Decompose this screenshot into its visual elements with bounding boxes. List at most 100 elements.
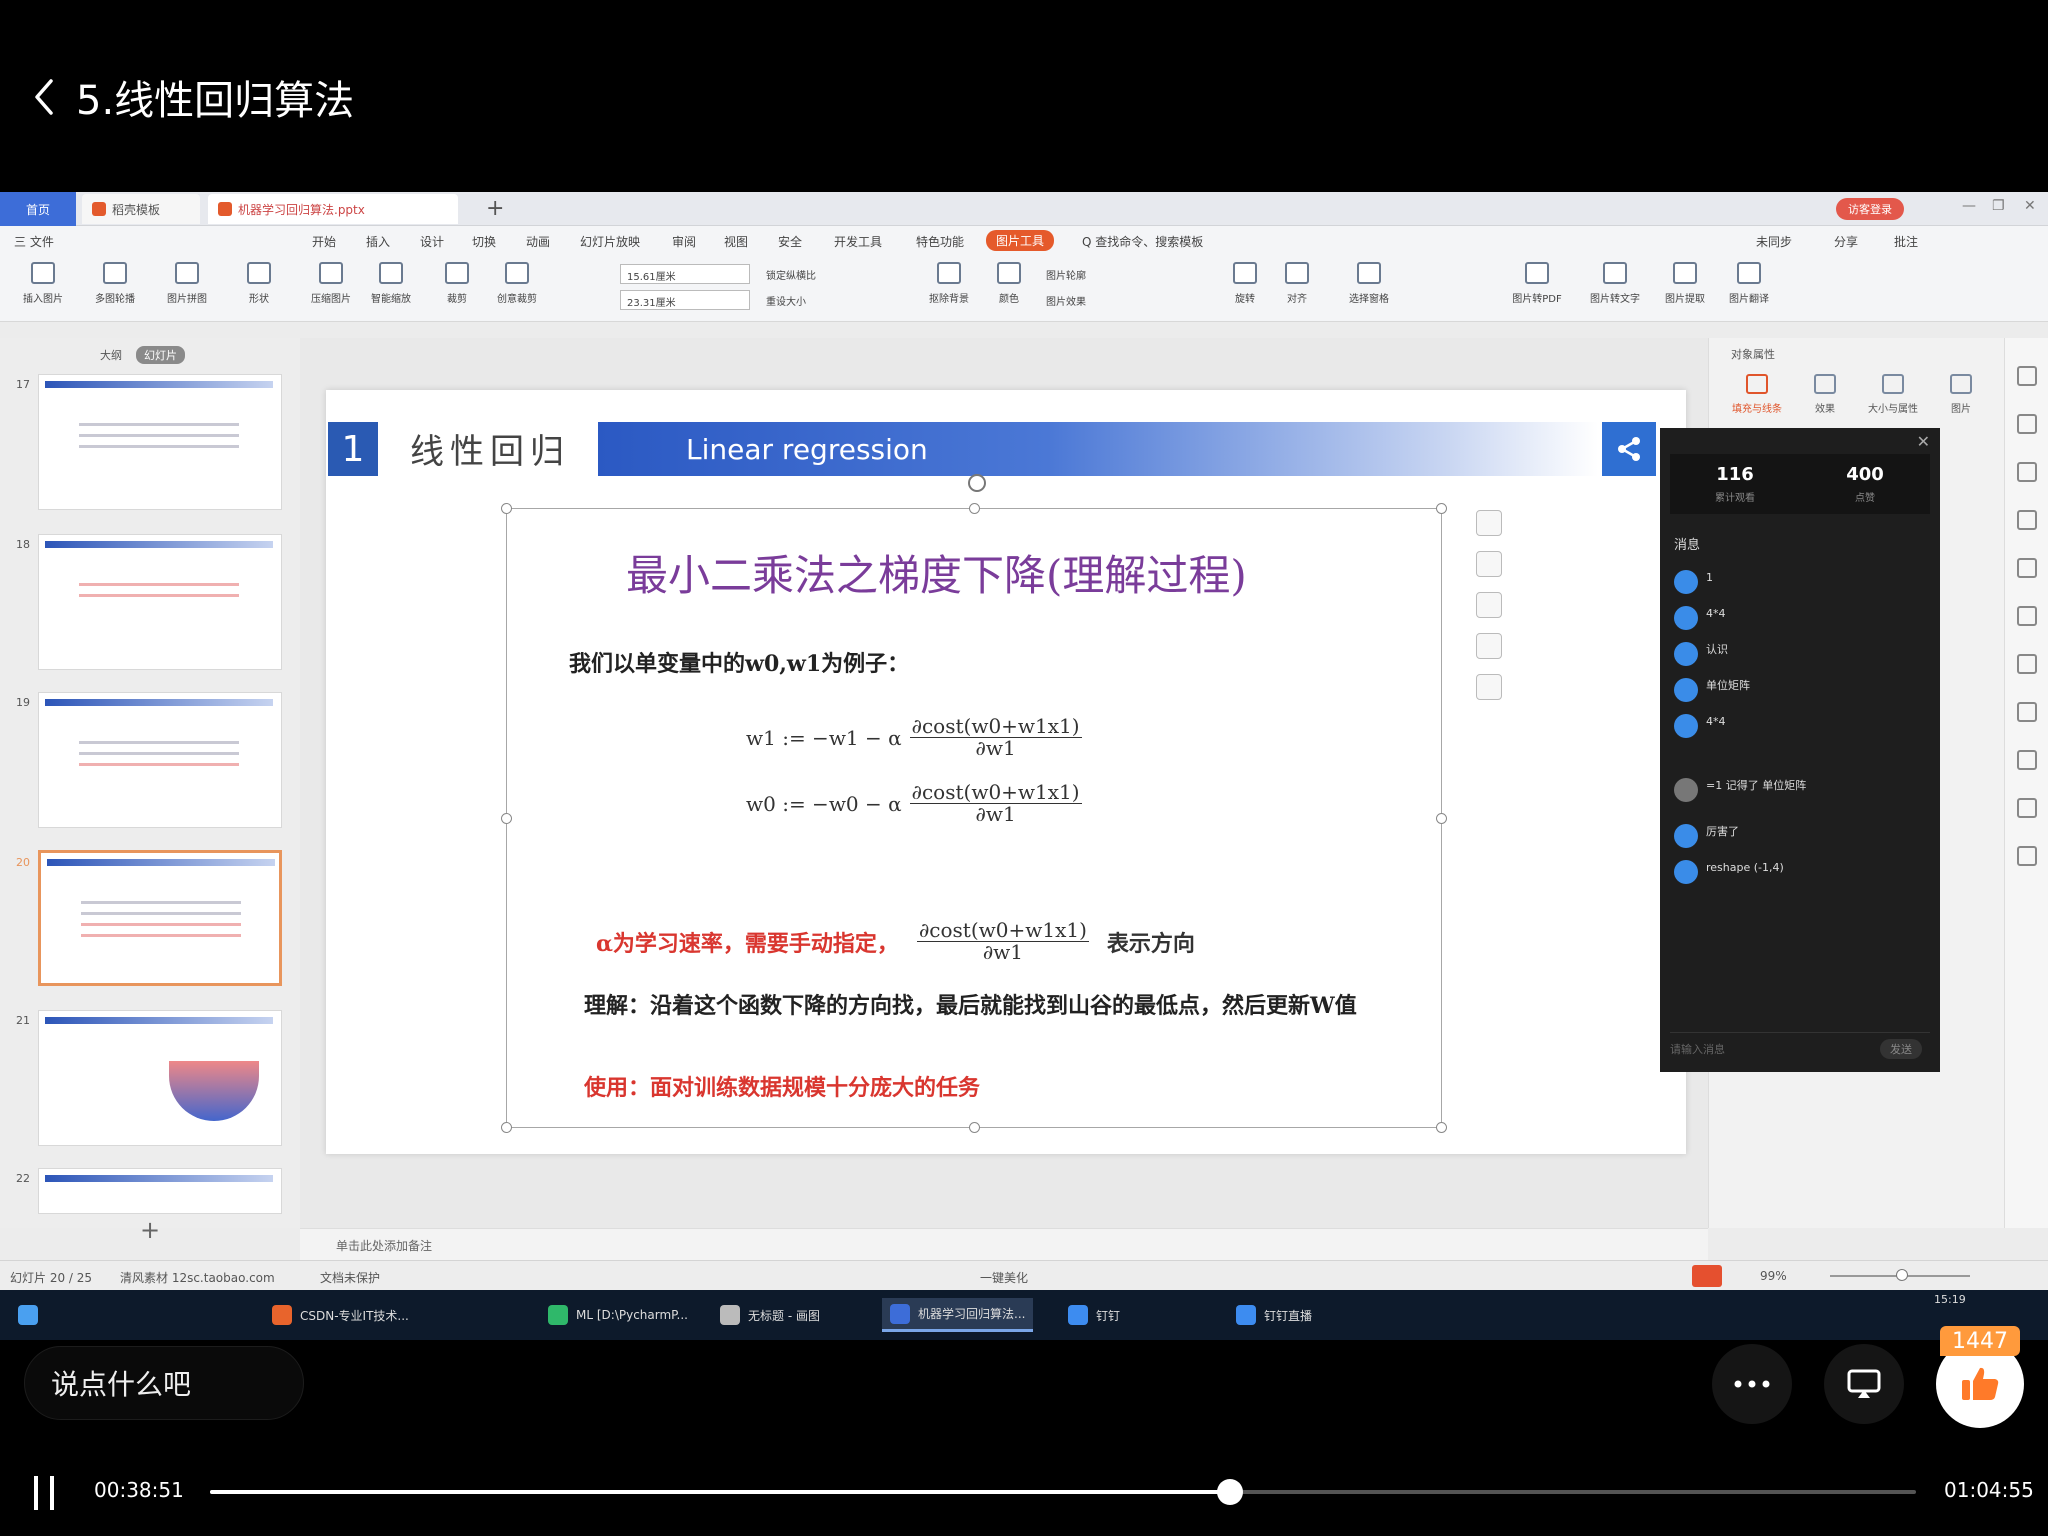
taskbar-item-browser[interactable]: CSDN-专业IT技术... <box>264 1298 417 1332</box>
carousel-button[interactable]: 多图轮播 <box>86 262 144 318</box>
menu-slideshow[interactable]: 幻灯片放映 <box>580 233 640 250</box>
rotate-button[interactable]: 旋转 <box>1216 262 1274 318</box>
menu-design[interactable]: 设计 <box>420 233 444 250</box>
resize-handle[interactable] <box>501 1122 512 1133</box>
menu-start[interactable]: 开始 <box>312 233 336 250</box>
sidebar-icon[interactable] <box>2016 606 2037 626</box>
zoom-knob[interactable] <box>1896 1269 1908 1281</box>
sidebar-icon[interactable] <box>2016 414 2037 434</box>
image-icon[interactable] <box>1476 633 1502 659</box>
slide[interactable]: 1 线性回归 Linear regression 最小二乘法之梯度下降(理解过程… <box>326 390 1686 1154</box>
pic-to-pdf-button[interactable]: 图片转PDF <box>1508 262 1566 318</box>
remove-background-button[interactable]: 抠除背景 <box>920 262 978 318</box>
selection-pane-button[interactable]: 选择窗格 <box>1340 262 1398 318</box>
pic-translate-button[interactable]: 图片翻译 <box>1720 262 1778 318</box>
sidebar-icon[interactable] <box>2016 750 2037 770</box>
menu-animation[interactable]: 动画 <box>526 233 550 250</box>
sync-status[interactable]: 未同步 <box>1756 233 1792 250</box>
slide-thumbnail[interactable] <box>38 534 282 670</box>
resize-handle[interactable] <box>969 503 980 514</box>
tab-outline[interactable]: 大纲 <box>100 349 122 362</box>
minimize-icon[interactable]: — <box>1962 198 1976 214</box>
resize-handle[interactable] <box>969 1122 980 1133</box>
resize-handle[interactable] <box>501 503 512 514</box>
menu-features[interactable]: 特色功能 <box>916 233 964 250</box>
insert-picture-button[interactable]: 插入图片 <box>14 262 72 318</box>
height-field[interactable]: 15.61厘米 <box>620 264 750 284</box>
align-button[interactable]: 对齐 <box>1268 262 1326 318</box>
taskbar-item-paint[interactable]: 无标题 - 画图 <box>712 1298 828 1332</box>
creative-crop-button[interactable]: 创意裁剪 <box>488 262 546 318</box>
comments-button[interactable]: 批注 <box>1894 233 1918 250</box>
rotate-handle[interactable] <box>968 474 986 492</box>
menu-security[interactable]: 安全 <box>778 233 802 250</box>
color-button[interactable]: 颜色 <box>980 262 1038 318</box>
tab-docer-templates[interactable]: 稻壳模板 <box>82 194 200 224</box>
pic-extract-button[interactable]: 图片提取 <box>1656 262 1714 318</box>
crop-icon[interactable] <box>1476 592 1502 618</box>
copy-icon[interactable] <box>1476 674 1502 700</box>
pause-button[interactable] <box>30 1476 62 1510</box>
cast-button[interactable] <box>1824 1344 1904 1424</box>
send-button[interactable]: 发送 <box>1880 1039 1922 1059</box>
menu-insert[interactable]: 插入 <box>366 233 390 250</box>
back-button[interactable] <box>24 70 64 124</box>
share-button[interactable]: 分享 <box>1834 233 1858 250</box>
layers-icon[interactable] <box>1476 510 1502 536</box>
slide-thumbnail[interactable] <box>38 374 282 510</box>
slide-thumbnail[interactable] <box>38 1168 282 1214</box>
collage-button[interactable]: 图片拼图 <box>158 262 216 318</box>
sidebar-icon[interactable] <box>2016 702 2037 722</box>
sidebar-icon[interactable] <box>2016 654 2037 674</box>
sidebar-icon[interactable] <box>2016 846 2037 866</box>
menu-transition[interactable]: 切换 <box>472 233 496 250</box>
slide-thumbnail[interactable] <box>38 692 282 828</box>
guest-login-button[interactable]: 访客登录 <box>1836 198 1904 220</box>
taskbar-item-pycharm[interactable]: ML [D:\PycharmP... <box>540 1298 696 1332</box>
smart-scale-button[interactable]: 智能缩放 <box>362 262 420 318</box>
tab-slides[interactable]: 幻灯片 <box>136 346 185 364</box>
tab-picture[interactable]: 图片 <box>1931 374 1991 415</box>
taskbar-item-dingtalk-live[interactable]: 钉钉直播 <box>1228 1298 1320 1332</box>
lock-ratio-checkbox[interactable]: 锁定纵横比 <box>760 264 822 284</box>
restore-icon[interactable]: ❐ <box>1992 198 2005 214</box>
taskbar-item-dingtalk[interactable]: 钉钉 <box>1060 1298 1128 1332</box>
menu-picture-tools[interactable]: 图片工具 <box>986 230 1055 251</box>
crop-button[interactable]: 裁剪 <box>428 262 486 318</box>
menu-developer[interactable]: 开发工具 <box>834 233 882 250</box>
taskbar-item-wps[interactable]: 机器学习回归算法... <box>882 1298 1034 1332</box>
progress-track[interactable] <box>210 1479 1916 1505</box>
resize-handle[interactable] <box>501 813 512 824</box>
zoom-icon[interactable] <box>1476 551 1502 577</box>
sidebar-icon[interactable] <box>2016 510 2037 530</box>
pic-to-text-button[interactable]: 图片转文字 <box>1586 262 1644 318</box>
resize-handle[interactable] <box>1436 503 1447 514</box>
reset-size-button[interactable]: 重设大小 <box>760 290 812 310</box>
sidebar-icon[interactable] <box>2016 798 2037 818</box>
menu-review[interactable]: 审阅 <box>672 233 696 250</box>
more-button[interactable] <box>1712 1344 1792 1424</box>
notes-area[interactable]: 单击此处添加备注 <box>300 1228 1708 1260</box>
shape-button[interactable]: 形状 <box>230 262 288 318</box>
chat-input[interactable]: 请输入消息 发送 <box>1670 1032 1930 1062</box>
slide-thumbnail-selected[interactable] <box>38 850 282 986</box>
tab-fill-line[interactable]: 填充与线条 <box>1727 374 1787 415</box>
close-icon[interactable]: ✕ <box>1917 432 1930 451</box>
add-slide-button[interactable]: + <box>140 1216 160 1244</box>
slide-thumbnail[interactable] <box>38 1010 282 1146</box>
sidebar-icon[interactable] <box>2016 366 2037 386</box>
width-field[interactable]: 23.31厘米 <box>620 290 750 310</box>
play-slideshow-button[interactable] <box>1692 1265 1722 1287</box>
sidebar-icon[interactable] <box>2016 558 2037 578</box>
tab-document[interactable]: 机器学习回归算法.pptx <box>208 194 458 224</box>
new-tab-button[interactable]: + <box>486 196 504 221</box>
sidebar-icon[interactable] <box>2016 462 2037 482</box>
beautify-button[interactable]: 一键美化 <box>980 1269 1028 1286</box>
close-icon[interactable]: ✕ <box>2024 198 2036 214</box>
windows-start-icon[interactable] <box>10 1298 54 1332</box>
resize-handle[interactable] <box>1436 813 1447 824</box>
menu-view[interactable]: 视图 <box>724 233 748 250</box>
tab-effects[interactable]: 效果 <box>1795 374 1855 415</box>
picture-effects-button[interactable]: 图片效果 <box>1040 290 1092 310</box>
tab-size[interactable]: 大小与属性 <box>1863 374 1923 415</box>
